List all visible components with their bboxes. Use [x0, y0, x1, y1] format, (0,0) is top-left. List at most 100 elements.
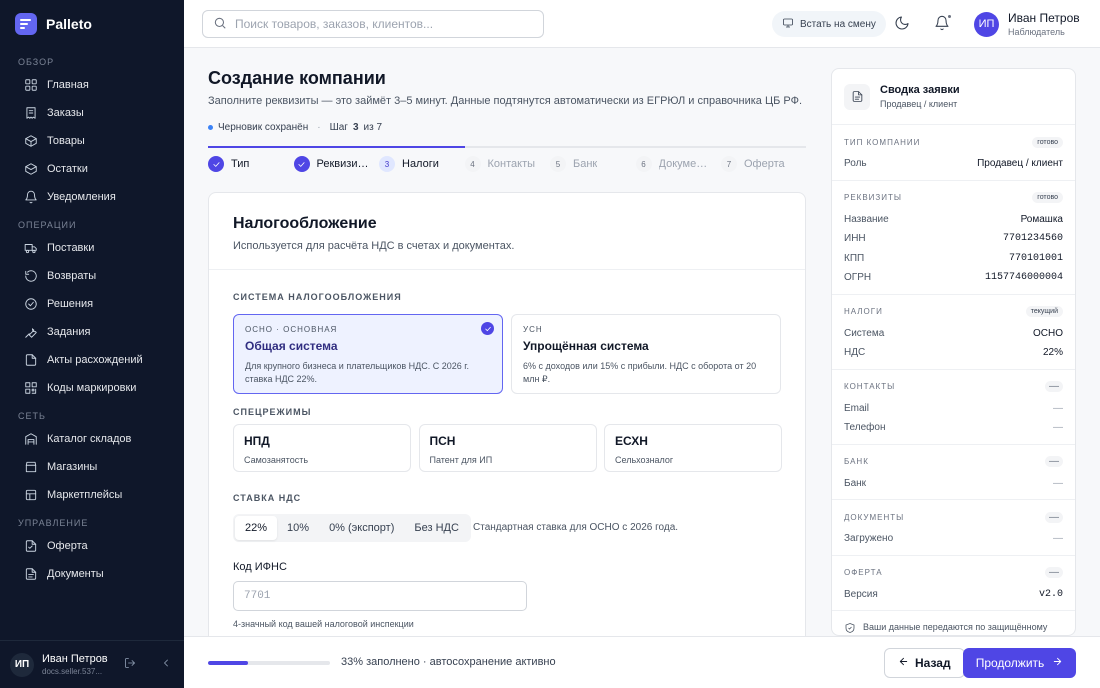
sidebar-item-label: Заказы [47, 107, 84, 119]
special-regimes-label: Спецрежимы [233, 407, 312, 417]
continue-button[interactable]: Продолжить [963, 648, 1076, 678]
sidebar-item[interactable]: Акты расхождений [0, 346, 184, 374]
summary-section: Контакты — Email — Телефон — [832, 370, 1075, 445]
sidebar-item[interactable]: Уведомления [0, 183, 184, 211]
vat-rate-option[interactable]: Без НДС [404, 516, 469, 540]
special-regime-option[interactable]: ПСН Патент для ИП [418, 424, 597, 472]
sidebar-item[interactable]: Решения [0, 290, 184, 318]
sidebar-item[interactable]: Остатки [0, 155, 184, 183]
notifications-button[interactable] [934, 14, 952, 34]
sidebar-item[interactable]: Оферта [0, 532, 184, 560]
step[interactable]: 4 Контакты [464, 156, 551, 172]
user-menu[interactable]: ИП Иван Петров Наблюдатель [974, 11, 1080, 37]
step[interactable]: Тип [208, 156, 294, 172]
avatar[interactable]: ИП [10, 652, 34, 677]
main-content: Создание компании Заполните реквизиты — … [184, 48, 824, 652]
sidebar-item[interactable]: Коды маркировки [0, 374, 184, 402]
check-circle-icon [481, 322, 494, 335]
sidebar-item[interactable]: Главная [0, 71, 184, 99]
step-prefix: Шаг [329, 122, 348, 133]
step[interactable]: 5 Банк [550, 156, 636, 172]
sidebar-item-label: Акты расхождений [47, 354, 143, 366]
tax-card: Налогообложение Используется для расчёта… [208, 192, 806, 652]
back-button[interactable]: Назад [884, 648, 965, 678]
sidebar-item[interactable]: Задания [0, 318, 184, 346]
collapse-sidebar-icon[interactable] [160, 657, 172, 672]
summary-row: Роль Продавец / клиент [844, 154, 1063, 174]
special-regime-option[interactable]: НПД Самозанятость [233, 424, 411, 472]
step-label: Налоги [402, 158, 439, 170]
summary-section: Оферта — Версия v2.0 [832, 556, 1075, 611]
ifns-code-input[interactable] [233, 581, 527, 611]
summary-row-value: Ромашка [1020, 213, 1063, 225]
start-shift-button[interactable]: Встать на смену [772, 11, 886, 37]
arrow-left-icon [898, 656, 909, 670]
sidebar-item-label: Оферта [47, 540, 88, 552]
sidebar-item[interactable]: Заказы [0, 99, 184, 127]
sidebar-item[interactable]: Маркетплейсы [0, 481, 184, 509]
brand-name: Palleto [46, 16, 92, 32]
brand[interactable]: Palleto [0, 0, 184, 48]
progress-text: 33% заполнено · автосохранение активно [341, 656, 556, 668]
theme-toggle-button[interactable] [894, 15, 912, 33]
summary-row-key: Банк [844, 477, 867, 489]
summary-row-value: — [1053, 533, 1063, 545]
summary-row: НДС 22% [844, 343, 1063, 363]
summary-row-value: v2.0 [1038, 588, 1063, 600]
summary-section-label: Контакты [844, 382, 896, 391]
nav-section-label: Управление [18, 518, 89, 528]
documents-icon [24, 567, 38, 581]
summary-section-label: Налоги [844, 307, 883, 316]
summary-row: Система ОСНО [844, 324, 1063, 344]
vat-rate-option[interactable]: 0% (экспорт) [319, 516, 404, 540]
sidebar-item[interactable]: Товары [0, 127, 184, 155]
page-title: Создание компании [208, 68, 386, 88]
step[interactable]: Реквизиты [293, 156, 380, 172]
arrow-right-icon [1052, 656, 1063, 670]
sidebar-item[interactable]: Документы [0, 560, 184, 588]
truck-icon [24, 241, 38, 255]
card-title: Налогообложение [233, 215, 377, 232]
sidebar-item[interactable]: Возвраты [0, 262, 184, 290]
tax-system-option[interactable]: ОСНО · основная Общая система Для крупного… [233, 314, 503, 394]
step-current: 3 [352, 122, 359, 133]
logout-icon[interactable] [124, 657, 136, 672]
summary-row-value: ОСНО [1033, 327, 1063, 339]
bell-icon [934, 15, 950, 34]
stock-icon [24, 162, 38, 176]
summary-row: КПП 770101001 [844, 249, 1063, 269]
search-box[interactable] [202, 10, 544, 38]
sidebar-item[interactable]: Каталог складов [0, 425, 184, 453]
user-name: Иван Петров [1008, 11, 1080, 25]
search-input[interactable] [235, 17, 525, 31]
sidebar-item[interactable]: Магазины [0, 453, 184, 481]
form-progress-fill [208, 661, 249, 665]
document-icon [24, 353, 38, 367]
summary-row-key: Загружено [844, 533, 894, 545]
special-regime-option[interactable]: ЕСХН Сельхозналог [604, 424, 782, 472]
summary-section-header: Документы — [844, 511, 1063, 523]
summary-section: Налоги текущий Система ОСНО НДС 22% [832, 295, 1075, 370]
tax-system-option[interactable]: УСН Упрощённая система 6% с доходов или 15… [511, 314, 781, 394]
step[interactable]: 3 Налоги [379, 156, 465, 172]
summary-row-key: ОГРН [844, 272, 872, 284]
vat-rate-option[interactable]: 10% [277, 516, 319, 540]
summary-section: Тип компании готово Роль Продавец / клиент [832, 125, 1075, 181]
sidebar-nav: Обзор Главная Заказы Товары Остатки Уведомлен… [0, 48, 184, 588]
summary-row-key: Система [844, 327, 885, 339]
summary-row: Загружено — [844, 529, 1063, 549]
option-description: Для крупного бизнеса и плательщиков НДС.… [245, 361, 469, 384]
step[interactable]: 6 Документы [635, 156, 722, 172]
summary-row: ИНН 7701234560 [844, 229, 1063, 249]
step[interactable]: 7 Оферта [721, 156, 807, 172]
card-subtitle: Используется для расчёта НДС в счетах и … [233, 240, 515, 252]
sidebar-item-label: Магазины [47, 461, 98, 473]
summary-row-key: КПП [844, 252, 865, 264]
summary-section-label: Документы [844, 512, 905, 522]
sidebar-item[interactable]: Поставки [0, 234, 184, 262]
bell-icon [24, 190, 38, 204]
wrench-icon [24, 325, 38, 339]
option-title: ПСН [429, 434, 456, 448]
status-badge: готово [1032, 136, 1063, 148]
vat-rate-option[interactable]: 22% [235, 516, 278, 540]
